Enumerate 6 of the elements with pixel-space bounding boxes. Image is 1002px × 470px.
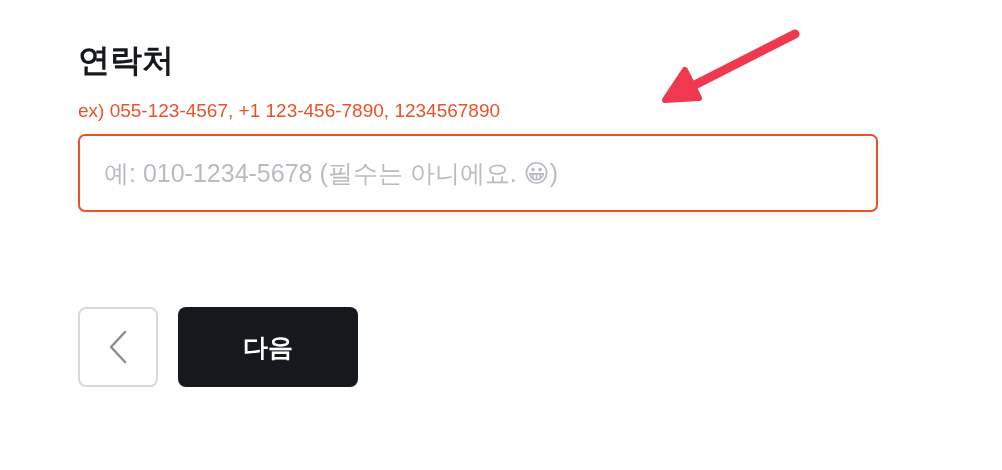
next-button[interactable]: 다음 <box>178 307 358 387</box>
field-label: 연락처 <box>78 41 174 80</box>
format-hint: ex) 055-123-4567, +1 123-456-7890, 1234567890 <box>78 99 501 123</box>
back-button[interactable] <box>78 307 158 387</box>
phone-input-field[interactable]: 예: 010-1234-5678 (필수는 아니에요. 😀) <box>78 134 878 212</box>
chevron-left-icon <box>108 330 128 364</box>
